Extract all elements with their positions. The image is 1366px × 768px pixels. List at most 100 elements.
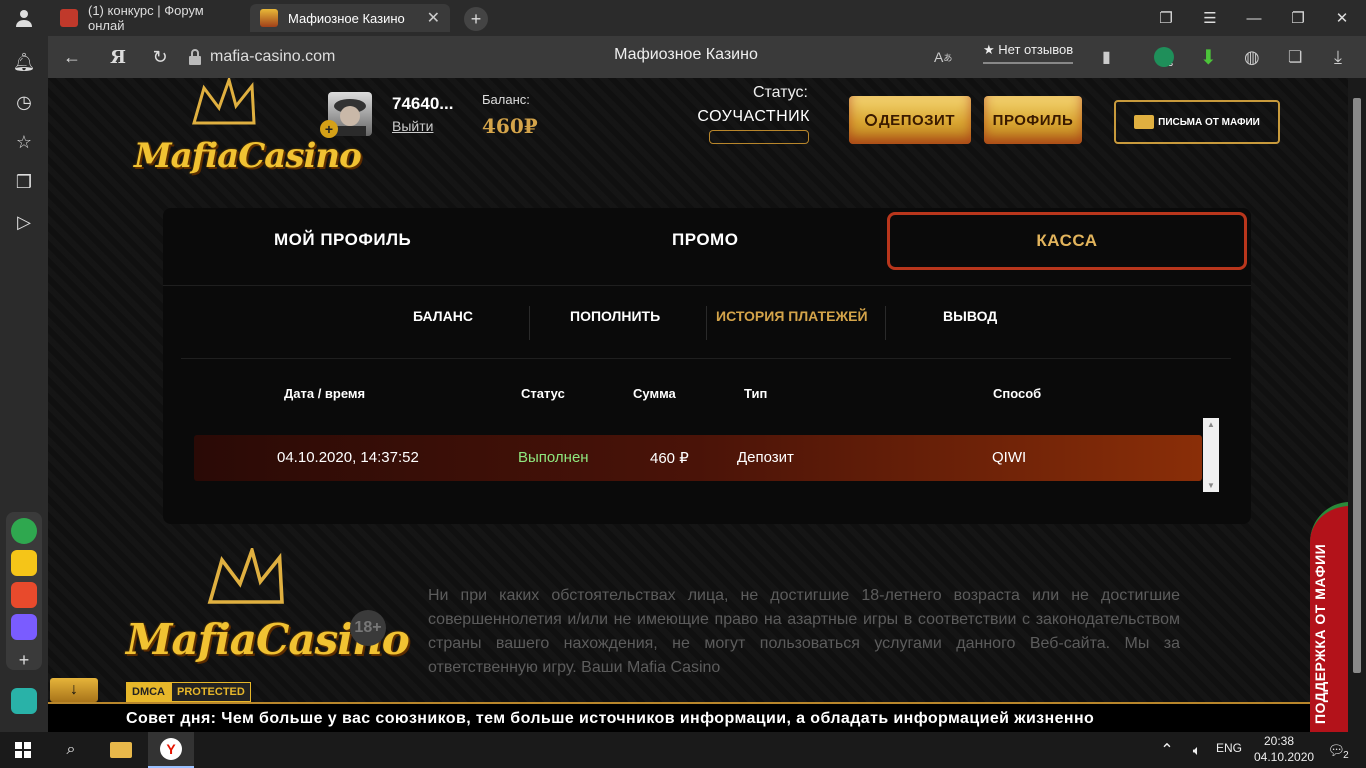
row-status: Выполнен xyxy=(518,449,589,466)
row-method: QIWI xyxy=(992,449,1027,466)
row-date: 04.10.2020, 14:37:52 xyxy=(277,449,419,466)
ticker-toggle-icon[interactable]: ↓ xyxy=(50,678,98,702)
bookmark-icon[interactable]: ▮ xyxy=(1102,36,1111,78)
page-scrollbar[interactable] xyxy=(1348,78,1366,732)
reload-icon[interactable]: ↻ xyxy=(140,36,180,78)
deposit-label: ДЕПОЗИТ xyxy=(879,111,955,129)
subtab-balance[interactable]: БАЛАНС xyxy=(413,308,473,324)
adblock-extension-icon[interactable]: 3 xyxy=(1154,36,1174,78)
age-18-badge: 18+ xyxy=(350,610,386,646)
download-extension-icon[interactable]: ⬇ xyxy=(1200,36,1217,78)
app-mail-icon[interactable] xyxy=(11,582,37,608)
collections-icon[interactable]: ❏ xyxy=(1288,36,1302,78)
browser-tab-forum[interactable]: (1) конкурс | Форум онлай xyxy=(50,3,248,33)
minimize-icon[interactable]: — xyxy=(1232,0,1276,36)
browser-tab-casino[interactable]: Мафиозное Казино ✕ xyxy=(250,4,450,32)
back-icon[interactable]: ← xyxy=(52,36,92,78)
column-header-method: Способ xyxy=(993,386,1042,401)
crown-icon xyxy=(207,548,284,604)
clock-date[interactable]: 04.10.2020 xyxy=(1254,750,1314,764)
scroll-up-icon[interactable]: ▲ xyxy=(1203,420,1219,429)
notifications-center-icon[interactable]: 💬︎ 2 xyxy=(1318,732,1358,768)
app-messenger-icon[interactable] xyxy=(11,614,37,640)
favorites-icon[interactable]: ☆ xyxy=(12,130,36,154)
search-icon[interactable]: ⌕ xyxy=(48,732,94,768)
tab-kassa[interactable]: КАССА xyxy=(887,212,1247,270)
tab-title: (1) конкурс | Форум онлай xyxy=(88,3,204,33)
ticker-text: Совет дня: Чем больше у вас союзников, т… xyxy=(126,710,1095,727)
subtab-withdraw[interactable]: ВЫВОД xyxy=(943,308,997,324)
tip-of-day-ticker: Совет дня: Чем больше у вас союзников, т… xyxy=(48,702,1310,732)
row-type: Депозит xyxy=(737,449,794,466)
scrollbar-thumb[interactable] xyxy=(1353,98,1361,673)
table-scrollbar[interactable]: ▲ ▼ xyxy=(1203,418,1219,492)
url-text: mafia-casino.com xyxy=(210,48,336,65)
mafia-mail-button[interactable]: ПИСЬМА ОТ МАФИИ xyxy=(1114,100,1280,144)
column-header-amount: Сумма xyxy=(633,386,676,401)
divider xyxy=(181,358,1231,359)
status-progress-bar xyxy=(709,130,809,144)
site-header: MafiaCasino + 74640... Выйти Баланс: 460… xyxy=(48,78,1348,188)
tab-my-profile[interactable]: МОЙ ПРОФИЛЬ xyxy=(274,230,411,250)
app-send-icon[interactable] xyxy=(11,688,37,714)
notifications-icon[interactable]: 🔔︎ xyxy=(12,50,36,74)
deposit-coin-icon xyxy=(865,114,877,126)
deposit-button[interactable]: ДЕПОЗИТ xyxy=(849,96,971,144)
subtab-topup[interactable]: ПОПОЛНИТЬ xyxy=(570,308,660,324)
subtab-payment-history[interactable]: ИСТОРИЯ ПЛАТЕЖЕЙ xyxy=(716,308,868,324)
collections-sidebar-icon[interactable]: ❒ xyxy=(12,170,36,194)
browser-tab-bar: (1) конкурс | Форум онлай Мафиозное Кази… xyxy=(0,0,1366,36)
logout-link[interactable]: Выйти xyxy=(392,118,433,134)
video-play-icon[interactable]: ▷ xyxy=(12,210,36,234)
profile-button[interactable]: ПРОФИЛЬ xyxy=(984,96,1082,144)
dmca-badge[interactable]: DMCA PROTECTED xyxy=(126,682,251,702)
new-tab-icon[interactable]: + xyxy=(464,7,488,31)
casino-favicon-icon xyxy=(260,9,278,27)
column-header-type: Тип xyxy=(744,386,768,401)
support-label: ПОДДЕРЖКА ОТ МАФИИ xyxy=(1312,543,1328,724)
tabs-icon[interactable]: ❐ xyxy=(1144,0,1188,36)
browser-profile-icon[interactable] xyxy=(0,0,48,36)
language-indicator[interactable]: ENG xyxy=(1216,741,1242,755)
url-field[interactable]: mafia-casino.com xyxy=(188,44,408,70)
site-logo[interactable]: MafiaCasino xyxy=(134,78,362,178)
casino-page: MafiaCasino + 74640... Выйти Баланс: 460… xyxy=(48,78,1348,732)
mail-label: ПИСЬМА ОТ МАФИИ xyxy=(1158,116,1260,128)
translate-icon[interactable]: Aあ xyxy=(934,36,952,78)
status-label: Статус: xyxy=(752,84,808,101)
clock-time[interactable]: 20:38 xyxy=(1264,734,1294,748)
close-tab-icon[interactable]: ✕ xyxy=(427,8,440,28)
restore-icon[interactable]: ❐ xyxy=(1276,0,1320,36)
windows-taskbar: ⌕ Y ⌃ 🔈︎ ENG 20:38 04.10.2020 💬︎ 2 xyxy=(0,732,1366,768)
reviews-button[interactable]: ★ Нет отзывов xyxy=(983,42,1074,64)
windows-start-icon[interactable] xyxy=(0,732,46,768)
volume-muted-icon[interactable]: 🔈︎ xyxy=(1182,732,1212,768)
table-row: 04.10.2020, 14:37:52 Выполнен 460 ₽ Депо… xyxy=(194,435,1202,481)
yandex-icon[interactable]: Я xyxy=(98,36,138,78)
menu-icon[interactable]: ☰ xyxy=(1188,0,1232,36)
tab-kassa-label: КАССА xyxy=(1036,231,1098,250)
column-header-date: Дата / время xyxy=(284,386,366,401)
yandex-browser-taskbar-icon[interactable]: Y xyxy=(148,732,194,768)
app-market-icon[interactable] xyxy=(11,550,37,576)
status-value: СОУЧАСТНИК xyxy=(697,108,810,125)
history-icon[interactable]: ◷ xyxy=(12,90,36,114)
footer-logo-mark: MafiaCasino xyxy=(126,548,410,668)
app-green-icon[interactable] xyxy=(11,518,37,544)
close-window-icon[interactable]: ✕ xyxy=(1320,0,1364,36)
divider xyxy=(529,306,530,340)
age-disclaimer: Ни при каких обстоятельствах лица, не до… xyxy=(428,587,1180,676)
vpn-globe-icon[interactable]: ◍ xyxy=(1244,36,1260,78)
balance-value: 460₽ xyxy=(482,114,538,138)
tray-chevron-icon[interactable]: ⌃ xyxy=(1152,732,1182,768)
file-explorer-icon[interactable] xyxy=(98,732,144,768)
support-button[interactable]: ПОДДЕРЖКА ОТ МАФИИ xyxy=(1310,502,1348,732)
downloads-icon[interactable]: ⤓ xyxy=(1334,36,1342,78)
balance-label: Баланс: xyxy=(482,92,530,107)
add-avatar-icon[interactable]: + xyxy=(320,120,338,138)
protected-label: PROTECTED xyxy=(171,682,251,702)
tab-promo[interactable]: ПРОМО xyxy=(672,230,738,250)
crown-icon xyxy=(192,78,256,125)
scroll-down-icon[interactable]: ▼ xyxy=(1203,481,1219,490)
add-app-icon[interactable]: + xyxy=(12,648,36,672)
